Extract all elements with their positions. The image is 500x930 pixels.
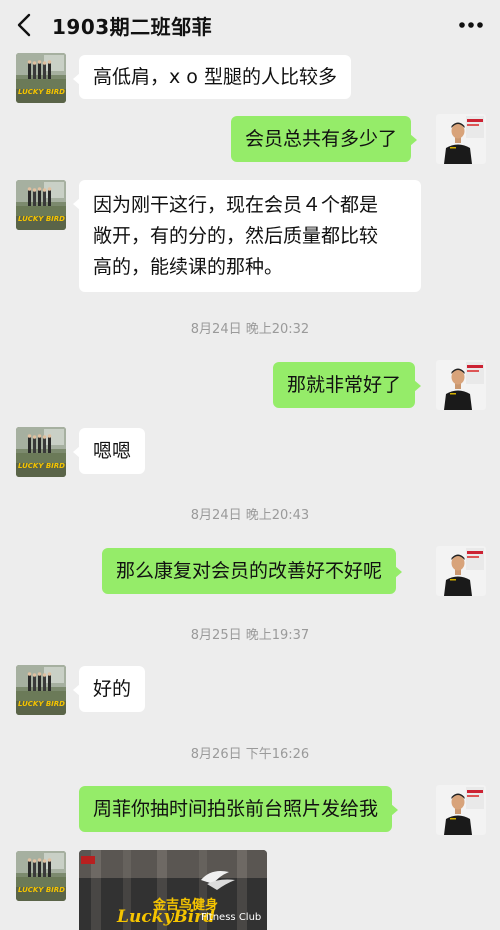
my-avatar[interactable] — [436, 546, 486, 596]
avatar-logo-text: LUCKY BIRD — [18, 886, 65, 894]
contact-avatar[interactable]: LUCKY BIRD — [16, 665, 66, 715]
timestamp: 8月24日 晚上20:32 — [190, 322, 310, 337]
photo-brand-subtitle: Fitness Club — [201, 912, 262, 923]
message-text-line: 因为刚干这行，现在会员４个都是 — [93, 194, 379, 216]
timestamp: 8月24日 晚上20:43 — [190, 508, 310, 523]
message-bubble-received[interactable]: 高低肩，x o 型腿的人比较多 — [73, 55, 351, 99]
chat-title: 1903期二班邹菲 — [52, 15, 213, 39]
message-bubble-sent[interactable]: 那就非常好了 — [273, 362, 422, 408]
top-bar: 1903期二班邹菲 — [0, 0, 500, 50]
message-bubble-received[interactable]: 嗯嗯 — [72, 428, 146, 474]
message-bubble-sent[interactable]: 会员总共有多少了 — [231, 116, 418, 162]
my-avatar[interactable] — [436, 114, 486, 164]
message-text: 那就非常好了 — [287, 374, 402, 396]
message-bubble-received[interactable]: 好的 — [72, 666, 146, 712]
contact-avatar[interactable]: LUCKY BIRD — [16, 427, 66, 477]
message-text: 高低肩，x o 型腿的人比较多 — [93, 66, 337, 88]
contact-avatar[interactable]: LUCKY BIRD — [16, 851, 66, 901]
message-bubble-sent[interactable]: 那么康复对会员的改善好不好呢 — [102, 548, 403, 594]
message-text: 会员总共有多少了 — [245, 128, 398, 150]
message-text: 那么康复对会员的改善好不好呢 — [116, 560, 383, 582]
avatar-logo-text: LUCKY BIRD — [18, 700, 65, 708]
message-text: 嗯嗯 — [93, 440, 132, 462]
contact-avatar[interactable]: LUCKY BIRD — [16, 180, 66, 230]
contact-avatar[interactable]: LUCKY BIRD — [16, 53, 66, 103]
message-bubble-received[interactable]: 因为刚干这行，现在会员４个都是 敞开，有的分的，然后质量都比较 高的，能续课的那… — [73, 180, 421, 292]
my-avatar[interactable] — [436, 360, 486, 410]
message-text: 周菲你抽时间拍张前台照片发给我 — [93, 798, 379, 820]
timestamp: 8月26日 下午16:26 — [190, 747, 310, 762]
back-arrow-icon[interactable] — [14, 12, 38, 38]
avatar-logo-text: LUCKY BIRD — [18, 88, 65, 96]
my-avatar[interactable] — [436, 785, 486, 835]
message-text-line: 敞开，有的分的，然后质量都比较 — [93, 225, 379, 247]
photo-message[interactable]: 金吉鸟健身 LuckyBird Fitness Club — [79, 850, 267, 930]
timestamp: 8月25日 晚上19:37 — [190, 628, 310, 643]
more-options-icon[interactable] — [458, 16, 484, 34]
message-bubble-sent[interactable]: 周菲你抽时间拍张前台照片发给我 — [79, 786, 399, 832]
message-text-line: 高的，能续课的那种。 — [93, 256, 284, 278]
message-text: 好的 — [93, 678, 132, 700]
avatar-logo-text: LUCKY BIRD — [18, 462, 65, 470]
avatar-logo-text: LUCKY BIRD — [18, 215, 65, 223]
